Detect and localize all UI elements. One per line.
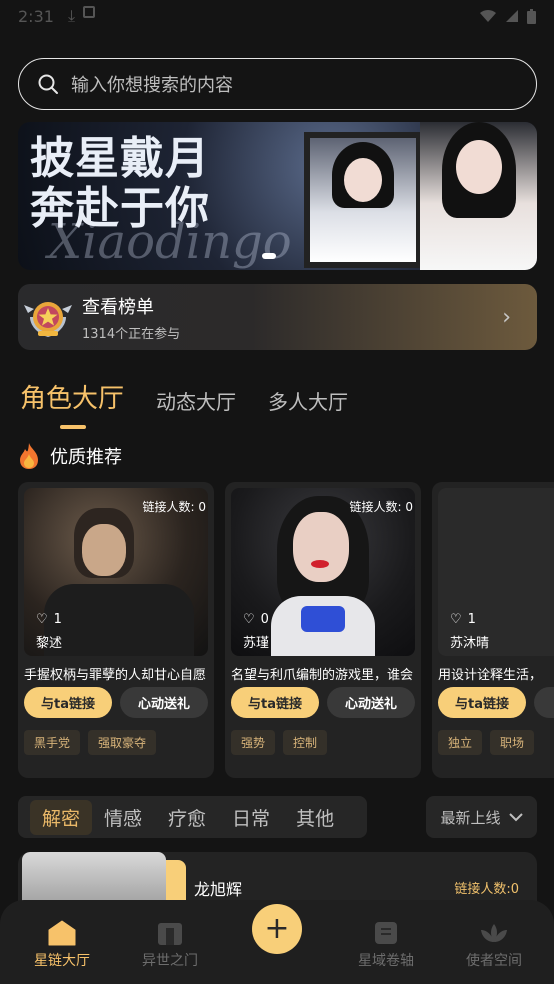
tag[interactable]: 黑手党 [24, 730, 81, 755]
tag[interactable]: 独立 [438, 730, 483, 755]
character-card[interactable]: 链接人数: 0 ♡ 0 苏瑾 名望与利爪编制的游戏里，谁会 与ta链接 心动送礼… [225, 482, 421, 778]
character-desc: 手握权柄与罪孽的人却甘心自愿 [24, 668, 207, 683]
signal-icon [506, 10, 518, 22]
nav-star-hall[interactable]: 星链大厅 [12, 920, 112, 970]
battery-icon [527, 8, 536, 24]
connect-button[interactable]: 与ta链接 [24, 687, 112, 718]
chevron-right-icon: › [502, 304, 511, 330]
likes-count: 1 [467, 612, 476, 627]
bottom-nav: 星链大厅 异世之门 + 星域卷轴 使者空间 [0, 900, 554, 984]
character-desc: 用设计诠释生活， [438, 668, 543, 683]
add-button[interactable]: + [252, 904, 302, 954]
character-name: 苏沐晴 [450, 636, 490, 651]
likes: ♡ 0 [243, 612, 269, 627]
nav-star-scroll[interactable]: 星域卷轴 [336, 920, 436, 970]
nav-label: 使者空间 [466, 953, 522, 969]
gift-button[interactable] [534, 687, 554, 718]
tag[interactable]: 职场 [490, 730, 535, 755]
promo-banner[interactable]: Xiaodingo 披星戴月 奔赴于你 [18, 122, 537, 270]
category-filter: 解密 情感 疗愈 日常 其他 [18, 796, 367, 838]
search-input[interactable]: 输入你想搜索的内容 [71, 71, 233, 97]
section-title: 优质推荐 [50, 447, 122, 468]
banner-photo-frame [304, 132, 422, 268]
lotus-icon [481, 924, 507, 942]
gift-button[interactable]: 心动送礼 [327, 687, 415, 718]
banner-pager-dot [262, 253, 276, 259]
likes: ♡ 1 [36, 612, 62, 627]
character-name: 黎述 [36, 636, 63, 651]
leaderboard-subtitle: 1314个正在参与 [82, 326, 181, 342]
tag[interactable]: 强取豪夺 [88, 730, 157, 755]
banner-title-line-2: 奔赴于你 [30, 183, 210, 234]
leaderboard-entry[interactable]: 查看榜单 1314个正在参与 › [18, 284, 537, 350]
banner-pager [262, 253, 276, 259]
character-image [438, 488, 554, 656]
gate-icon [158, 923, 182, 945]
search-icon [38, 74, 58, 94]
trophy-badge-icon [22, 291, 74, 343]
tab-role-hall[interactable]: 角色大厅 [20, 378, 124, 429]
leaderboard-title: 查看榜单 [82, 296, 154, 318]
banner-photo [420, 122, 537, 270]
hall-tabs: 角色大厅 动态大厅 多人大厅 [20, 378, 348, 429]
link-count: 链接人数: 0 [349, 500, 414, 514]
search-bar[interactable]: 输入你想搜索的内容 [18, 58, 537, 110]
character-name: 龙旭辉 [194, 880, 243, 899]
filter-other[interactable]: 其他 [296, 804, 334, 831]
heart-icon[interactable]: ♡ [243, 612, 255, 627]
tab-dynamic-hall[interactable]: 动态大厅 [156, 386, 236, 415]
heart-icon[interactable]: ♡ [36, 612, 48, 627]
likes-count: 0 [260, 612, 269, 627]
wifi-icon [480, 9, 496, 22]
character-name: 苏瑾 [243, 636, 270, 651]
nav-label: 星域卷轴 [358, 953, 414, 969]
flame-icon [20, 443, 38, 469]
download-icon: ⤓ [67, 6, 76, 25]
link-count: 链接人数:0 [454, 882, 519, 897]
banner-title: 披星戴月 奔赴于你 [30, 134, 210, 234]
recommend-cards: 链接人数: 0 ♡ 1 黎述 手握权柄与罪孽的人却甘心自愿 与ta链接 心动送礼… [18, 482, 554, 778]
connect-button[interactable]: 与ta链接 [438, 687, 526, 718]
character-card[interactable]: 链接人数: 0 ♡ 1 黎述 手握权柄与罪孽的人却甘心自愿 与ta链接 心动送礼… [18, 482, 214, 778]
filter-healing[interactable]: 疗愈 [168, 804, 206, 831]
tag[interactable]: 强势 [231, 730, 276, 755]
link-count: 链接人数: 0 [142, 500, 207, 514]
status-time: 2:31 [18, 6, 54, 26]
sort-dropdown[interactable]: 最新上线 [426, 796, 537, 838]
filter-daily[interactable]: 日常 [232, 804, 270, 831]
banner-title-line-1: 披星戴月 [30, 133, 210, 184]
character-desc: 名望与利爪编制的游戏里，谁会 [231, 668, 414, 683]
nav-label: 异世之门 [142, 953, 198, 969]
likes-count: 1 [53, 612, 62, 627]
tag[interactable]: 控制 [283, 730, 328, 755]
connect-button[interactable]: 与ta链接 [231, 687, 319, 718]
filter-emotion[interactable]: 情感 [104, 804, 142, 831]
tag-list: 黑手党 强取豪夺 [24, 730, 157, 755]
sort-label: 最新上线 [440, 808, 501, 827]
gift-button[interactable]: 心动送礼 [120, 687, 208, 718]
filter-mystery[interactable]: 解密 [30, 799, 93, 835]
chevron-down-icon [508, 813, 523, 822]
likes: ♡ 1 [450, 612, 476, 627]
tab-multiplayer-hall[interactable]: 多人大厅 [268, 386, 348, 415]
section-heading: 优质推荐 [16, 442, 122, 470]
status-bar: 2:31 ⤓ [0, 0, 554, 32]
character-card[interactable]: ♡ 1 苏沐晴 用设计诠释生活， 与ta链接 独立 职场 [432, 482, 554, 778]
nav-envoy-space[interactable]: 使者空间 [444, 920, 544, 970]
scroll-icon [375, 922, 397, 944]
nav-otherworld-gate[interactable]: 异世之门 [120, 920, 220, 970]
tag-list: 独立 职场 [438, 730, 535, 755]
notification-icon [83, 6, 96, 18]
home-icon [48, 920, 76, 946]
heart-icon[interactable]: ♡ [450, 612, 462, 627]
tag-list: 强势 控制 [231, 730, 328, 755]
nav-label: 星链大厅 [34, 953, 90, 969]
